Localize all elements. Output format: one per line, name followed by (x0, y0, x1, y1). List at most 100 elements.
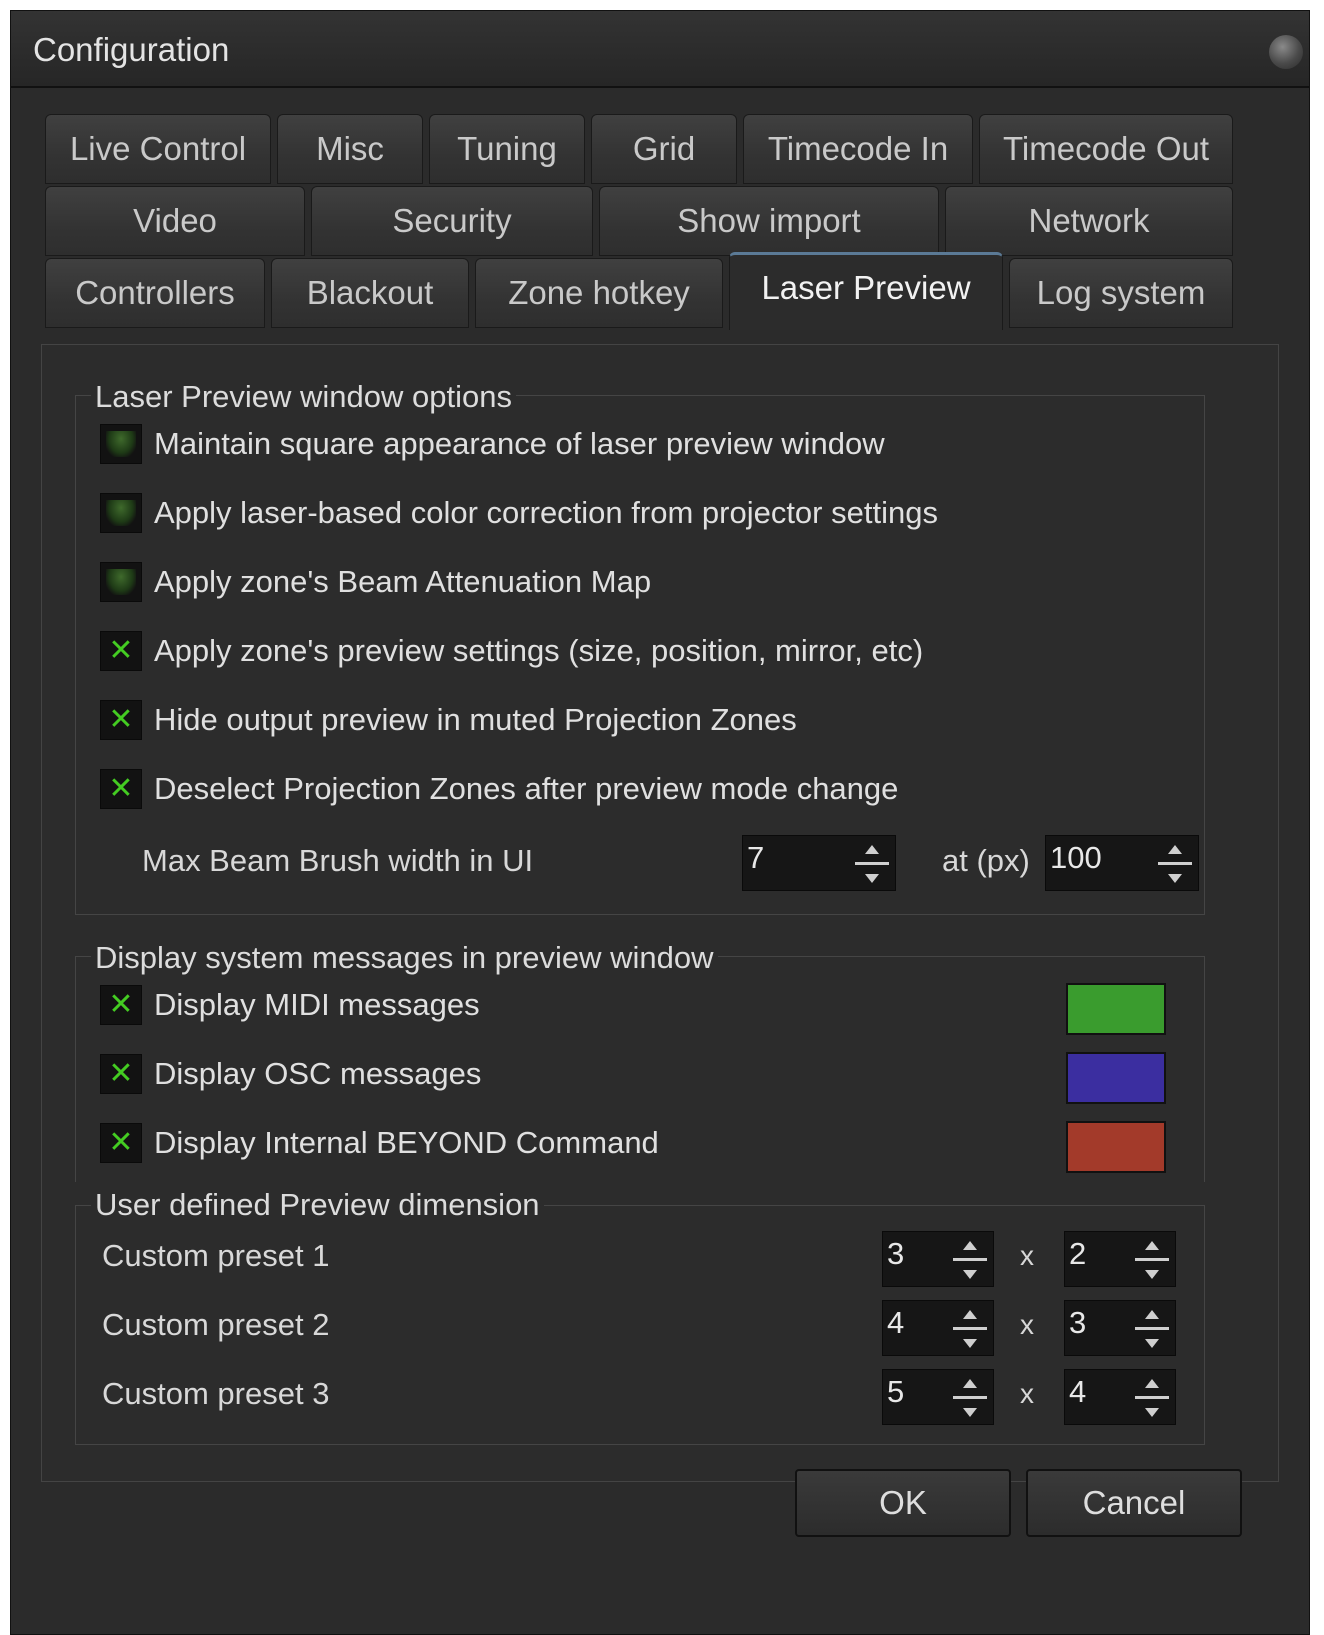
checkbox-label: Hide output preview in muted Projection … (154, 702, 797, 737)
preset-height-stepper[interactable]: 4 (1064, 1369, 1176, 1425)
checkbox-label: Deselect Projection Zones after preview … (154, 771, 899, 806)
spin-arrows-icon[interactable] (951, 1376, 989, 1420)
tab-network[interactable]: Network (945, 186, 1233, 256)
tab-grid[interactable]: Grid (591, 114, 737, 184)
preset-width-stepper[interactable]: 5 (882, 1369, 994, 1425)
tab-tuning[interactable]: Tuning (429, 114, 585, 184)
tab-live-control[interactable]: Live Control (45, 114, 271, 184)
tab-video[interactable]: Video (45, 186, 305, 256)
checkbox-label: Display Internal BEYOND Command (154, 1125, 659, 1160)
stepper-value: 5 (887, 1374, 905, 1409)
checkbox[interactable] (100, 424, 142, 464)
checkbox-row[interactable]: ✕ Apply zone's preview settings (size, p… (100, 631, 923, 671)
laser-preview-panel: Laser Preview window options Maintain sq… (41, 344, 1279, 1482)
tab-label: Controllers (75, 274, 235, 311)
stepper-value: 100 (1050, 840, 1102, 875)
osc-color-swatch[interactable] (1066, 1052, 1166, 1104)
tab-label: Laser Preview (761, 268, 971, 306)
tab-label: Timecode In (767, 130, 949, 167)
at-px-stepper[interactable]: 100 (1045, 835, 1199, 891)
tab-blackout[interactable]: Blackout (271, 258, 469, 328)
checkbox-row[interactable]: ✕ Deselect Projection Zones after previe… (100, 769, 898, 809)
tab-timecode-out[interactable]: Timecode Out (979, 114, 1233, 184)
checkbox-row[interactable]: Apply zone's Beam Attenuation Map (100, 562, 651, 602)
tab-label: Log system (1036, 274, 1206, 311)
checkbox[interactable]: ✕ (100, 1123, 142, 1163)
tab-label: Network (1028, 202, 1150, 239)
checkbox-label: Apply zone's Beam Attenuation Map (154, 564, 652, 599)
tab-label: Show import (677, 202, 861, 239)
tab-label: Video (133, 202, 217, 239)
spin-arrows-icon[interactable] (853, 842, 891, 886)
stepper-value: 4 (887, 1305, 905, 1340)
tab-laser-preview[interactable]: Laser Preview (729, 252, 1003, 330)
ok-button[interactable]: OK (795, 1469, 1011, 1537)
check-x-icon: ✕ (108, 633, 134, 668)
checkbox-row[interactable]: ✕ Display MIDI messages (100, 985, 480, 1025)
spin-arrows-icon[interactable] (951, 1307, 989, 1351)
tab-label: Tuning (457, 130, 557, 167)
checkbox[interactable] (100, 493, 142, 533)
preset-label: Custom preset 3 (102, 1376, 330, 1411)
brush-width-label: Max Beam Brush width in UI (142, 843, 534, 878)
stepper-value: 2 (1069, 1236, 1087, 1271)
tab-label: Zone hotkey (508, 274, 690, 311)
spin-arrows-icon[interactable] (1156, 842, 1194, 886)
checkbox-label: Apply zone's preview settings (size, pos… (154, 633, 924, 668)
beyond-command-color-swatch[interactable] (1066, 1121, 1166, 1173)
checkbox-row[interactable]: ✕ Hide output preview in muted Projectio… (100, 700, 797, 740)
window-title: Configuration (33, 31, 230, 68)
tab-security[interactable]: Security (311, 186, 593, 256)
tab-log-system[interactable]: Log system (1009, 258, 1233, 328)
tab-label: Misc (316, 130, 384, 167)
spin-arrows-icon[interactable] (1133, 1376, 1171, 1420)
at-px-label: at (px) (942, 843, 1030, 878)
checkbox-row[interactable]: ✕ Display Internal BEYOND Command (100, 1123, 659, 1163)
tab-label: Grid (632, 130, 696, 167)
spin-arrows-icon[interactable] (951, 1238, 989, 1282)
spin-arrows-icon[interactable] (1133, 1238, 1171, 1282)
checkbox[interactable] (100, 562, 142, 602)
check-x-icon: ✕ (108, 702, 134, 737)
title-bar: Configuration (11, 11, 1309, 88)
configuration-window: Configuration Live Control Misc Tuning G… (10, 10, 1310, 1635)
checkbox[interactable]: ✕ (100, 631, 142, 671)
preset-label: Custom preset 2 (102, 1307, 330, 1342)
checkbox[interactable]: ✕ (100, 985, 142, 1025)
checkbox-row[interactable]: Apply laser-based color correction from … (100, 493, 938, 533)
preset-width-stepper[interactable]: 3 (882, 1231, 994, 1287)
checkbox[interactable]: ✕ (100, 1054, 142, 1094)
tab-label: Security (392, 202, 512, 239)
tab-controllers[interactable]: Controllers (45, 258, 265, 328)
stepper-value: 3 (1069, 1305, 1087, 1340)
dimension-separator: x (1020, 1378, 1034, 1409)
preview-dimension-title: User defined Preview dimension (91, 1187, 544, 1223)
stepper-value: 4 (1069, 1374, 1087, 1409)
tab-show-import[interactable]: Show import (599, 186, 939, 256)
checkbox-row[interactable]: Maintain square appearance of laser prev… (100, 424, 885, 464)
tab-misc[interactable]: Misc (277, 114, 423, 184)
preview-options-title: Laser Preview window options (91, 379, 516, 415)
check-x-icon: ✕ (108, 1125, 134, 1160)
tab-label: Live Control (69, 130, 247, 167)
checkbox[interactable]: ✕ (100, 769, 142, 809)
midi-color-swatch[interactable] (1066, 983, 1166, 1035)
checkbox-row[interactable]: ✕ Display OSC messages (100, 1054, 481, 1094)
preset-height-stepper[interactable]: 2 (1064, 1231, 1176, 1287)
dimension-separator: x (1020, 1240, 1034, 1271)
checkbox[interactable]: ✕ (100, 700, 142, 740)
checkbox-label: Display MIDI messages (154, 987, 480, 1022)
checkbox-label: Maintain square appearance of laser prev… (154, 426, 885, 461)
checkbox-label: Apply laser-based color correction from … (154, 495, 938, 530)
preset-label: Custom preset 1 (102, 1238, 330, 1273)
brush-width-stepper[interactable]: 7 (742, 835, 896, 891)
spin-arrows-icon[interactable] (1133, 1307, 1171, 1351)
tab-timecode-in[interactable]: Timecode In (743, 114, 973, 184)
tab-label: Blackout (306, 274, 434, 311)
tab-zone-hotkey[interactable]: Zone hotkey (475, 258, 723, 328)
preset-height-stepper[interactable]: 3 (1064, 1300, 1176, 1356)
cancel-button[interactable]: Cancel (1026, 1469, 1242, 1537)
close-orb-icon[interactable] (1269, 35, 1303, 69)
preset-width-stepper[interactable]: 4 (882, 1300, 994, 1356)
tab-label: Timecode Out (1002, 130, 1210, 167)
